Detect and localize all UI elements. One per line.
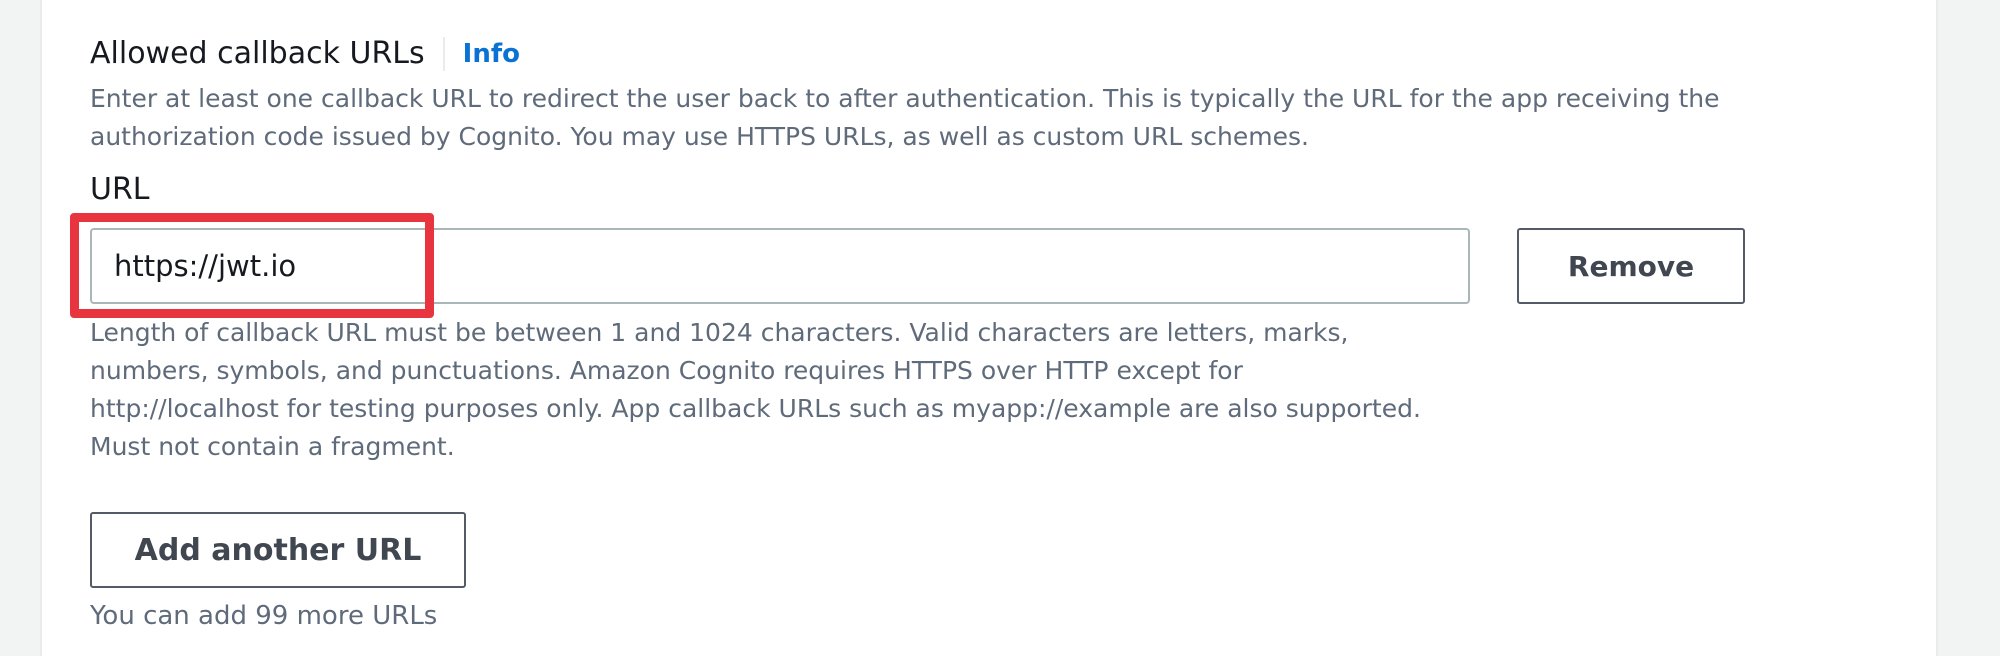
url-constraint-text: Length of callback URL must be between 1… xyxy=(90,318,1421,461)
remaining-urls-text: You can add 99 more URLs xyxy=(90,601,438,631)
remove-button[interactable]: Remove xyxy=(1517,228,1745,304)
info-link[interactable]: Info xyxy=(463,34,520,74)
header-divider xyxy=(442,37,445,71)
field-label-allowed-callback-urls: Allowed callback URLs xyxy=(90,36,425,71)
form-panel: Allowed callback URLs Info Enter at leas… xyxy=(40,0,1938,656)
url-label: URL xyxy=(90,172,150,207)
field-header: Allowed callback URLs Info xyxy=(90,34,520,74)
add-another-url-button[interactable]: Add another URL xyxy=(90,512,466,588)
field-description: Enter at least one callback URL to redir… xyxy=(90,84,1720,151)
callback-url-input[interactable] xyxy=(90,228,1470,304)
